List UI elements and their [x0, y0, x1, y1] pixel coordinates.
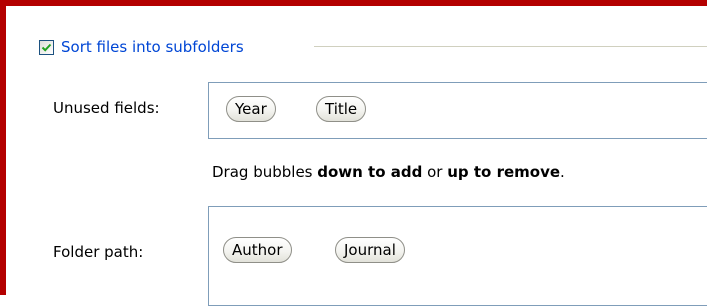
group-divider — [314, 46, 707, 47]
unused-fields-label: Unused fields: — [53, 99, 160, 117]
bubble-title[interactable]: Title — [316, 96, 367, 122]
bubble-journal[interactable]: Journal — [335, 237, 405, 263]
hint-suffix: . — [560, 163, 565, 181]
sort-subfolders-checkbox[interactable] — [39, 39, 54, 55]
bubble-author[interactable]: Author — [223, 237, 292, 263]
hint-up-to-remove: up to remove — [447, 163, 561, 181]
bubble-year[interactable]: Year — [226, 96, 276, 122]
drag-hint: Drag bubbles down to add or up to remove… — [212, 163, 565, 181]
unused-fields-area[interactable]: Year Title — [208, 82, 707, 139]
folder-path-area[interactable]: Author Journal — [208, 206, 707, 306]
sort-subfolders-label[interactable]: Sort files into subfolders — [61, 38, 244, 56]
hint-prefix: Drag bubbles — [212, 163, 318, 181]
sort-subfolders-option[interactable]: Sort files into subfolders — [39, 36, 244, 58]
hint-middle: or — [422, 163, 448, 181]
checkmark-icon — [41, 43, 52, 52]
folder-path-label: Folder path: — [53, 243, 144, 261]
hint-down-to-add: down to add — [317, 163, 423, 181]
